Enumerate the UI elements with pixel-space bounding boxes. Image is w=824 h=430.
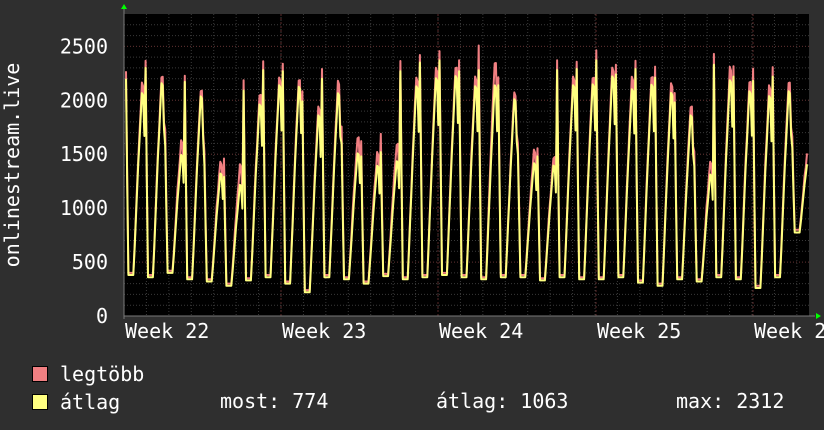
legend-swatch-max xyxy=(32,366,48,382)
stat-now: most: 774 xyxy=(220,389,329,413)
stat-avg: átlag: 1063 xyxy=(436,389,569,413)
y-tick-label: 1000 xyxy=(60,196,108,220)
y-axis-title: onlinestream.live xyxy=(0,63,24,268)
stat-max: max: 2312 xyxy=(676,389,785,413)
x-tick-label: Week 23 xyxy=(282,319,366,343)
y-tick-label: 2000 xyxy=(60,88,108,112)
x-tick-label: Week 22 xyxy=(125,319,209,343)
x-tick-label: Week 24 xyxy=(439,319,523,343)
x-tick-label: Week 2 xyxy=(754,319,824,343)
y-tick-label: 1500 xyxy=(60,142,108,166)
chart-container: 0 500 1000 1500 2000 2500 Week 22 Week 23 Week 2… xyxy=(0,0,824,430)
legend-item-max: legtöbb xyxy=(32,362,144,386)
legend-label-max: legtöbb xyxy=(60,362,145,386)
y-tick-label: 2500 xyxy=(60,34,108,58)
legend-item-avg: átlag xyxy=(32,390,120,414)
x-tick-label: Week 25 xyxy=(597,319,681,343)
legend-label-avg: átlag xyxy=(60,390,121,414)
y-axis-arrow xyxy=(121,4,127,9)
legend-swatch-avg xyxy=(32,394,48,410)
y-tick-label: 0 xyxy=(96,304,108,328)
y-tick-label: 500 xyxy=(72,250,108,274)
